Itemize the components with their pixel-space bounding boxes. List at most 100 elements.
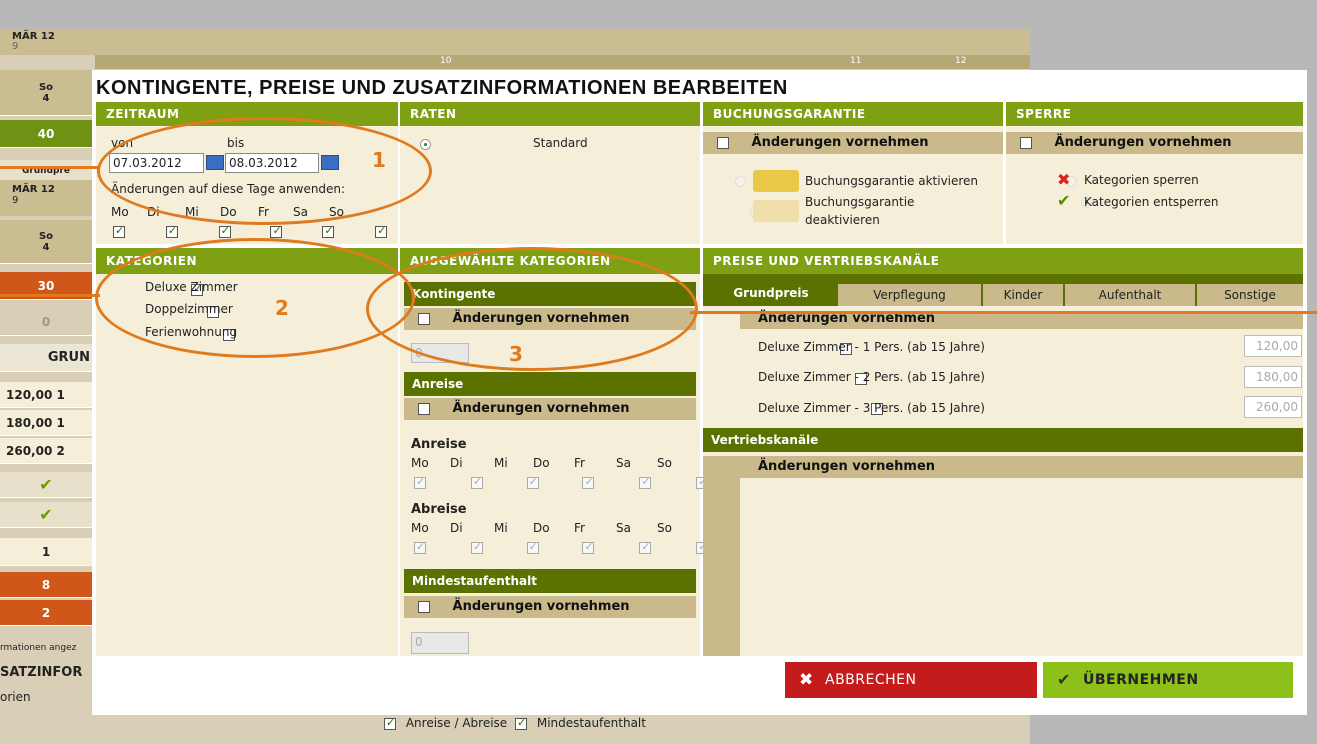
mindestaufenthalt-label: Mindestaufenthalt bbox=[536, 716, 646, 730]
buchungsgarantie-change-bar: Änderungen vornehmen bbox=[703, 132, 1003, 154]
rate-label: Standard bbox=[533, 136, 588, 150]
value-cell: 8 bbox=[0, 572, 92, 598]
day-label: Fr bbox=[574, 456, 585, 470]
tab-grundpreis[interactable]: Grundpreis bbox=[707, 280, 835, 306]
info-text: rmationen angez bbox=[0, 643, 77, 653]
day-checkbox-di[interactable] bbox=[165, 224, 178, 238]
day-label: Mo bbox=[411, 456, 429, 470]
anreise-days: Mo Di Mi Do Fr Sa So bbox=[411, 456, 766, 494]
abreise-days: Mo Di Mi Do Fr Sa So bbox=[411, 521, 766, 559]
day-label: 9 bbox=[12, 41, 19, 52]
abreise-day-checkbox[interactable] bbox=[526, 540, 539, 554]
abreise-label: Abreise bbox=[411, 502, 467, 517]
day-label: Fr bbox=[574, 521, 585, 535]
preise-header: PREISE UND VERTRIEBSKANÄLE bbox=[703, 248, 1303, 274]
day-label: Di bbox=[450, 521, 463, 535]
annotation-ellipse-3 bbox=[366, 247, 698, 371]
calendar-day-cell: So 4 bbox=[0, 220, 92, 264]
abreise-day-checkbox[interactable] bbox=[470, 540, 483, 554]
day-checkbox-sa[interactable] bbox=[375, 224, 388, 238]
annotation-number-2: 2 bbox=[275, 296, 289, 320]
grundpreis-tab-bg: GRUN bbox=[0, 344, 92, 372]
apply-button[interactable]: ✔ ÜBERNEHMEN bbox=[1043, 662, 1293, 698]
weekday-label: So bbox=[38, 230, 54, 242]
anreise-change-checkbox[interactable] bbox=[418, 402, 430, 415]
mindestaufenthalt-change-checkbox[interactable] bbox=[418, 600, 430, 613]
price-cell: 260,00 2 bbox=[0, 438, 92, 464]
calendar-day-numbers: 10 11 12 bbox=[95, 55, 1030, 69]
price-input[interactable]: 120,00 bbox=[1244, 335, 1302, 357]
anreise-day-checkbox[interactable] bbox=[470, 475, 483, 489]
day-label: So bbox=[657, 456, 672, 470]
vertriebskanaele-side bbox=[703, 456, 740, 656]
cancel-button[interactable]: ✖ ABBRECHEN bbox=[785, 662, 1037, 698]
day-number: 12 bbox=[955, 56, 967, 66]
anreise-label: Anreise bbox=[411, 437, 467, 452]
rate-radio-standard[interactable] bbox=[420, 139, 431, 150]
day-number: 4 bbox=[42, 92, 50, 104]
anreise-day-checkbox[interactable] bbox=[639, 475, 652, 489]
day-checkbox-fr[interactable] bbox=[322, 224, 335, 238]
abreise-day-checkbox[interactable] bbox=[639, 540, 652, 554]
value-cell: 1 bbox=[0, 538, 92, 566]
price-cell: 180,00 1 bbox=[0, 410, 92, 436]
day-label: Mo bbox=[111, 205, 129, 219]
check-icon: ✔ bbox=[1057, 191, 1071, 210]
day-checkbox-mo[interactable] bbox=[113, 224, 125, 238]
day-checkbox-mi[interactable] bbox=[218, 224, 231, 238]
month-label: MÄR 12 bbox=[12, 31, 55, 42]
tab-verpflegung[interactable]: Verpflegung bbox=[838, 284, 981, 306]
activate-radio[interactable] bbox=[734, 176, 746, 187]
abreise-day-checkbox[interactable] bbox=[582, 540, 595, 554]
price-input[interactable]: 260,00 bbox=[1244, 396, 1302, 418]
anreise-day-checkbox[interactable] bbox=[582, 475, 595, 489]
quota-cell[interactable]: 40 bbox=[0, 120, 92, 148]
change-label: Änderungen vornehmen bbox=[452, 599, 630, 614]
annotation-number-1: 1 bbox=[372, 148, 386, 172]
anreise-day-checkbox[interactable] bbox=[526, 475, 539, 489]
mindestaufenthalt-checkbox[interactable] bbox=[515, 716, 528, 730]
tab-aufenthalt[interactable]: Aufenthalt bbox=[1065, 284, 1195, 306]
annotation-line bbox=[0, 294, 100, 297]
price-cell: 120,00 1 bbox=[0, 382, 92, 408]
change-label: Änderungen vornehmen bbox=[751, 135, 929, 150]
day-label: Sa bbox=[616, 521, 631, 535]
check-icon: ✔ bbox=[0, 502, 92, 528]
tab-kinder[interactable]: Kinder bbox=[983, 284, 1063, 306]
check-icon: ✔ bbox=[0, 472, 92, 498]
change-label: Änderungen vornehmen bbox=[452, 401, 630, 416]
anreise-day-checkbox[interactable] bbox=[414, 475, 426, 489]
price-input[interactable]: 180,00 bbox=[1244, 366, 1302, 388]
mindestaufenthalt-subheader: Mindestaufenthalt bbox=[404, 569, 696, 593]
quota-cell[interactable]: 0 bbox=[0, 308, 92, 336]
day-label: Mi bbox=[494, 521, 508, 535]
vertriebskanaele-change-bar: Änderungen vornehmen bbox=[740, 456, 1303, 478]
weekday-label: So bbox=[38, 81, 54, 93]
deactivate-label: Buchungsgarantie bbox=[805, 195, 915, 209]
annotation-line bbox=[0, 166, 100, 169]
price-row-label: Deluxe Zimmer - 2 Pers. (ab 15 Jahre) bbox=[758, 370, 985, 384]
day-label: Di bbox=[450, 456, 463, 470]
annotation-number-3: 3 bbox=[509, 342, 523, 366]
day-label: Do bbox=[533, 456, 550, 470]
cross-icon: ✖ bbox=[1057, 170, 1071, 189]
price-row-label: Deluxe Zimmer - 3 Pers. (ab 15 Jahre) bbox=[758, 401, 985, 415]
mindestaufenthalt-input[interactable]: 0 bbox=[411, 632, 469, 654]
anreise-subheader: Anreise bbox=[404, 372, 696, 396]
day-number: 10 bbox=[440, 56, 452, 66]
sperre-change-checkbox[interactable] bbox=[1020, 136, 1032, 149]
anreise-abreise-checkbox[interactable] bbox=[384, 716, 396, 730]
tab-sonstige[interactable]: Sonstige bbox=[1197, 284, 1303, 306]
anreise-abreise-label: Anreise / Abreise bbox=[405, 716, 508, 730]
day-label: Sa bbox=[616, 456, 631, 470]
calendar-month-header: MÄR 12 9 bbox=[0, 30, 1030, 55]
cancel-label: ABBRECHEN bbox=[825, 672, 917, 688]
modal-title: KONTINGENTE, PREISE UND ZUSATZINFORMATIO… bbox=[96, 77, 788, 99]
annotation-ellipse-2 bbox=[95, 238, 415, 358]
vertriebskanaele-subheader: Vertriebskanäle bbox=[703, 428, 1303, 452]
abreise-day-checkbox[interactable] bbox=[414, 540, 426, 554]
buchungsgarantie-change-checkbox[interactable] bbox=[717, 136, 729, 149]
day-checkbox-do[interactable] bbox=[270, 224, 283, 238]
calendar-footer-options: Anreise / Abreise Mindestaufenthalt bbox=[384, 716, 646, 730]
check-icon: ✔ bbox=[1057, 670, 1071, 689]
